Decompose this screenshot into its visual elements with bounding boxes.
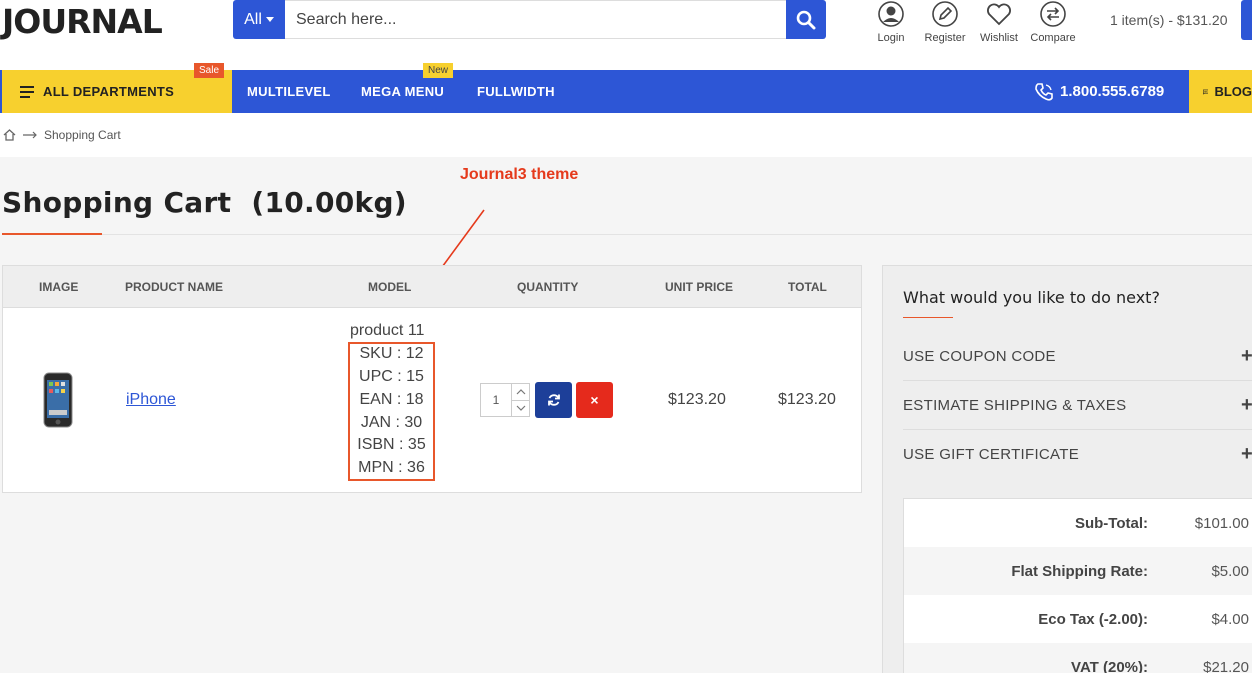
breadcrumb-current[interactable]: Shopping Cart	[44, 128, 121, 142]
arrow-right-icon	[23, 131, 37, 139]
phone-icon	[1035, 82, 1053, 101]
remove-item-button[interactable]: ×	[576, 382, 613, 418]
estimate-shipping-label: ESTIMATE SHIPPING & TAXES	[903, 396, 1127, 414]
search-icon	[796, 10, 816, 29]
search-category-label: All	[244, 10, 262, 28]
subtotal-label: Sub-Total:	[1074, 514, 1148, 532]
shipping-label: Flat Shipping Rate:	[1011, 562, 1148, 580]
main-nav: ALL DEPARTMENTS Sale New MULTILEVEL MEGA…	[0, 63, 1252, 113]
shipping-value: $5.00	[1211, 562, 1249, 580]
phone-number: 1.800.555.6789	[1060, 83, 1165, 100]
title-divider	[102, 234, 1252, 235]
cart-table-header: IMAGE PRODUCT NAME MODEL QUANTITY UNIT P…	[3, 266, 861, 308]
search-button[interactable]	[786, 0, 826, 39]
login-label: Login	[877, 32, 905, 44]
all-departments-label: ALL DEPARTMENTS	[43, 84, 175, 99]
quantity-increase-button[interactable]	[512, 384, 529, 401]
product-ean: EAN : 18	[359, 391, 424, 408]
column-header-quantity: QUANTITY	[517, 280, 579, 294]
sale-badge: Sale	[194, 63, 225, 78]
home-icon[interactable]	[3, 129, 16, 141]
product-isbn: ISBN : 35	[357, 436, 426, 453]
gift-certificate-label: USE GIFT CERTIFICATE	[903, 446, 1080, 463]
next-actions-title: What would you like to do next?	[903, 288, 1160, 307]
product-upc: UPC : 15	[359, 368, 424, 385]
quantity-input[interactable]	[481, 384, 511, 416]
cart-button[interactable]	[1241, 0, 1252, 40]
search-bar: All	[233, 0, 826, 39]
user-icon	[878, 1, 904, 27]
blog-label: BLOG	[1214, 84, 1252, 99]
site-logo[interactable]: JOURNAL	[2, 2, 163, 41]
product-jan: JAN : 30	[360, 414, 423, 431]
cart-table: IMAGE PRODUCT NAME MODEL QUANTITY UNIT P…	[2, 265, 862, 493]
product-model: product 11	[350, 322, 425, 339]
compare-link[interactable]: Compare	[1026, 0, 1080, 44]
eco-tax-value: $4.00	[1211, 610, 1249, 628]
phone-link[interactable]: 1.800.555.6789	[1034, 70, 1164, 113]
heart-icon	[987, 3, 1011, 26]
plus-icon: +	[1241, 393, 1252, 416]
column-header-model: MODEL	[368, 280, 412, 294]
nav-item-fullwidth[interactable]: FULLWIDTH	[477, 70, 555, 113]
pencil-icon	[932, 1, 958, 27]
coupon-code-toggle[interactable]: USE COUPON CODE +	[903, 332, 1252, 381]
cart-summary[interactable]: 1 item(s) - $131.20	[1110, 12, 1228, 28]
coupon-code-label: USE COUPON CODE	[903, 347, 1056, 365]
gift-certificate-toggle[interactable]: USE GIFT CERTIFICATE +	[903, 430, 1252, 479]
page-title: Shopping Cart (10.00kg)	[2, 186, 407, 219]
header-account-icons: Login Register Wishlist Compare	[864, 0, 1080, 44]
column-header-image: IMAGE	[39, 280, 79, 294]
nav-item-multilevel[interactable]: MULTILEVEL	[247, 70, 331, 113]
next-actions-panel: What would you like to do next? USE COUP…	[882, 265, 1252, 673]
register-label: Register	[924, 32, 966, 44]
estimate-shipping-toggle[interactable]: ESTIMATE SHIPPING & TAXES +	[903, 381, 1252, 430]
annotation-label: Journal3 theme	[460, 166, 579, 183]
unit-price: $123.20	[668, 391, 726, 408]
register-link[interactable]: Register	[918, 0, 972, 44]
quantity-decrease-button[interactable]	[512, 401, 529, 417]
chevron-up-icon	[516, 388, 525, 395]
column-header-total: TOTAL	[788, 280, 827, 294]
row-total: $123.20	[778, 391, 836, 408]
menu-icon	[20, 85, 34, 98]
refresh-icon	[547, 394, 560, 406]
wishlist-label: Wishlist	[980, 32, 1018, 44]
title-underline	[2, 233, 102, 235]
compare-icon	[1040, 1, 1066, 27]
totals-row-subtotal: Sub-Total: $101.00	[904, 499, 1252, 547]
update-quantity-button[interactable]	[535, 382, 572, 418]
nav-item-mega-menu[interactable]: MEGA MENU	[361, 70, 444, 113]
breadcrumb: Shopping Cart	[0, 113, 1252, 157]
subtotal-value: $101.00	[1194, 514, 1249, 532]
column-header-unit-price: UNIT PRICE	[665, 280, 734, 294]
login-link[interactable]: Login	[864, 0, 918, 44]
totals-row-eco-tax: Eco Tax (-2.00): $4.00	[904, 595, 1252, 643]
eco-tax-label: Eco Tax (-2.00):	[1038, 610, 1148, 628]
product-thumbnail[interactable]	[43, 372, 73, 428]
caret-down-icon	[265, 17, 274, 22]
quantity-stepper	[480, 383, 530, 417]
vat-value: $21.20	[1203, 658, 1249, 673]
site-header: JOURNAL All Login	[0, 0, 1252, 70]
plus-icon: +	[1241, 443, 1252, 465]
next-actions-underline	[903, 317, 953, 318]
wishlist-link[interactable]: Wishlist	[972, 0, 1026, 44]
chevron-down-icon	[516, 405, 525, 412]
compare-label: Compare	[1030, 32, 1076, 44]
vat-label: VAT (20%):	[1071, 658, 1148, 673]
cart-totals: Sub-Total: $101.00 Flat Shipping Rate: $…	[903, 498, 1252, 673]
totals-row-vat: VAT (20%): $21.20	[904, 643, 1252, 673]
plus-icon: +	[1241, 344, 1252, 367]
search-input[interactable]	[285, 0, 786, 39]
nav-item-blog[interactable]: BLOG	[1189, 70, 1252, 113]
search-category-dropdown[interactable]: All	[233, 0, 285, 39]
product-sku: SKU : 12	[359, 345, 424, 362]
column-header-product-name: PRODUCT NAME	[125, 280, 223, 294]
product-name-link[interactable]: iPhone	[126, 391, 176, 409]
chat-icon	[1203, 89, 1209, 95]
totals-row-shipping: Flat Shipping Rate: $5.00	[904, 547, 1252, 595]
product-mpn: MPN : 36	[358, 459, 425, 476]
product-details-highlight: SKU : 12 UPC : 15 EAN : 18 JAN : 30 ISBN…	[348, 342, 435, 481]
